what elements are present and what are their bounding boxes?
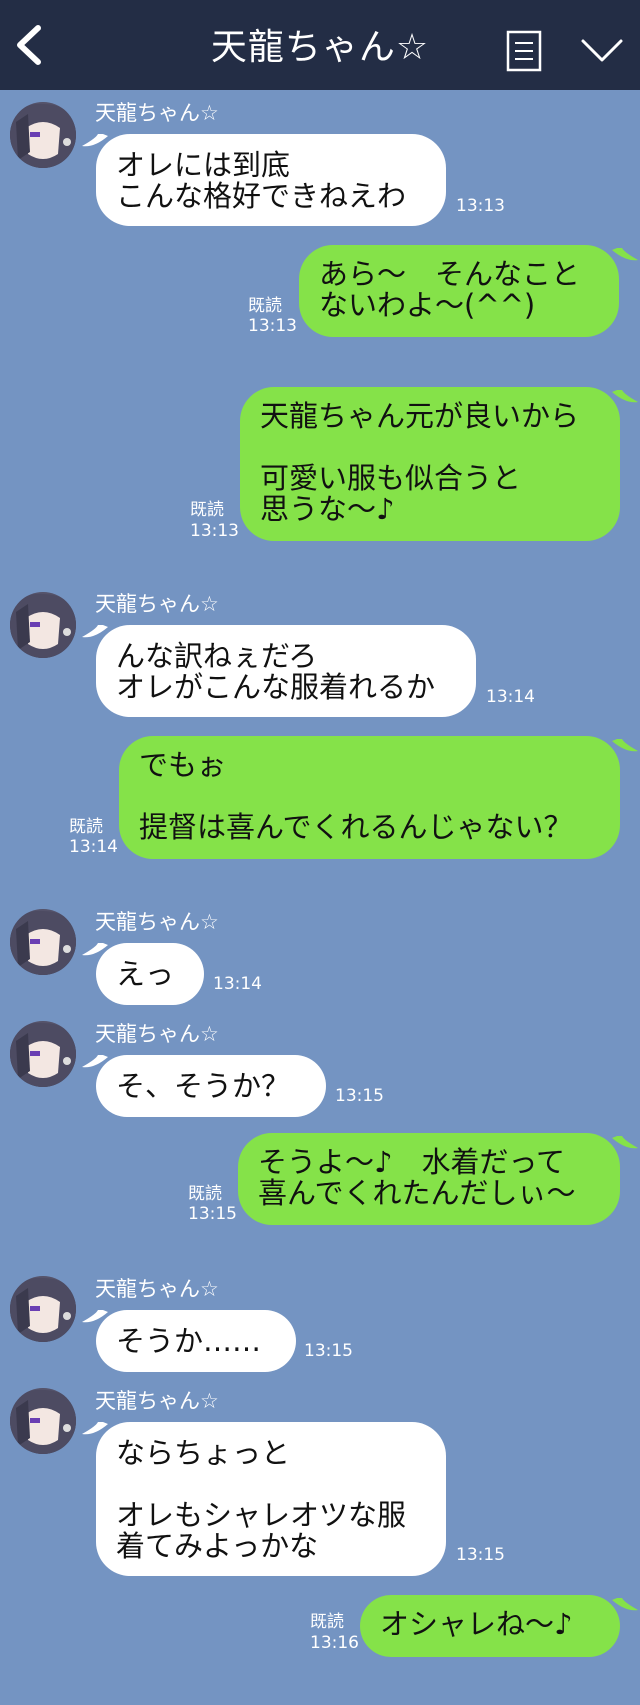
sender-name: 天龍ちゃん☆ bbox=[95, 1022, 219, 1046]
more-button[interactable] bbox=[580, 36, 624, 66]
document-list-icon bbox=[506, 30, 542, 72]
sender-name: 天龍ちゃん☆ bbox=[95, 101, 219, 125]
message-bubble[interactable]: 天龍ちゃん元が良いから 可愛い服も似合うと 思うな〜♪ bbox=[240, 387, 620, 541]
avatar[interactable] bbox=[10, 102, 76, 168]
read-receipt: 既読 bbox=[248, 296, 282, 316]
chat-title: 天龍ちゃん☆ bbox=[210, 27, 430, 68]
message-bubble[interactable]: そうか…… bbox=[96, 1310, 296, 1372]
avatar-portrait bbox=[10, 1022, 76, 1087]
message-time: 13:15 bbox=[335, 1086, 384, 1106]
sender-name: 天龍ちゃん☆ bbox=[95, 1389, 219, 1413]
message-bubble[interactable]: えっ bbox=[96, 943, 204, 1005]
message-bubble[interactable]: オシャレね〜♪ bbox=[360, 1595, 620, 1657]
message-time: 13:15 bbox=[188, 1204, 237, 1224]
menu-button[interactable] bbox=[506, 30, 542, 72]
message-time: 13:14 bbox=[69, 837, 118, 857]
message-time: 13:15 bbox=[456, 1545, 505, 1565]
avatar-portrait bbox=[10, 1389, 76, 1454]
bubble-tail bbox=[612, 1598, 638, 1611]
bubble-tail bbox=[612, 248, 638, 261]
message-bubble[interactable]: あら〜 そんなこと ないわよ〜(^^) bbox=[299, 245, 619, 337]
avatar[interactable] bbox=[10, 909, 76, 975]
bubble-tail bbox=[612, 739, 638, 752]
chat-header: 天龍ちゃん☆ bbox=[0, 0, 640, 90]
avatar[interactable] bbox=[10, 1388, 76, 1454]
avatar-portrait bbox=[10, 103, 76, 168]
bubble-tail bbox=[612, 390, 638, 403]
message-bubble[interactable]: んな訳ねぇだろ オレがこんな服着れるか bbox=[96, 625, 476, 717]
read-receipt: 既読 bbox=[190, 500, 224, 520]
avatar[interactable] bbox=[10, 1276, 76, 1342]
avatar-portrait bbox=[10, 1277, 76, 1342]
message-time: 13:13 bbox=[456, 196, 505, 216]
message-time: 13:13 bbox=[190, 521, 239, 541]
sender-name: 天龍ちゃん☆ bbox=[95, 1277, 219, 1301]
read-receipt: 既読 bbox=[310, 1612, 344, 1632]
sender-name: 天龍ちゃん☆ bbox=[95, 592, 219, 616]
avatar[interactable] bbox=[10, 592, 76, 658]
message-bubble[interactable]: ならちょっと オレもシャレオツな服 着てみよっかな bbox=[96, 1422, 446, 1576]
message-bubble[interactable]: そ、そうか？ bbox=[96, 1055, 326, 1117]
sender-name: 天龍ちゃん☆ bbox=[95, 910, 219, 934]
read-receipt: 既読 bbox=[188, 1184, 222, 1204]
message-bubble[interactable]: そうよ〜♪ 水着だって 喜んでくれたんだしぃ〜 bbox=[238, 1133, 620, 1225]
avatar-portrait bbox=[10, 910, 76, 975]
message-time: 13:16 bbox=[310, 1633, 359, 1653]
message-time: 13:15 bbox=[304, 1341, 353, 1361]
message-time: 13:14 bbox=[213, 974, 262, 994]
bubble-tail bbox=[612, 1136, 638, 1149]
message-time: 13:13 bbox=[248, 316, 297, 336]
chevron-down-icon bbox=[581, 39, 623, 62]
message-bubble[interactable]: でもぉ 提督は喜んでくれるんじゃない？ bbox=[119, 736, 620, 859]
avatar[interactable] bbox=[10, 1021, 76, 1087]
message-bubble[interactable]: オレには到底 こんな格好できねえわ bbox=[96, 134, 446, 226]
avatar-portrait bbox=[10, 593, 76, 658]
read-receipt: 既読 bbox=[69, 817, 103, 837]
message-time: 13:14 bbox=[486, 687, 535, 707]
